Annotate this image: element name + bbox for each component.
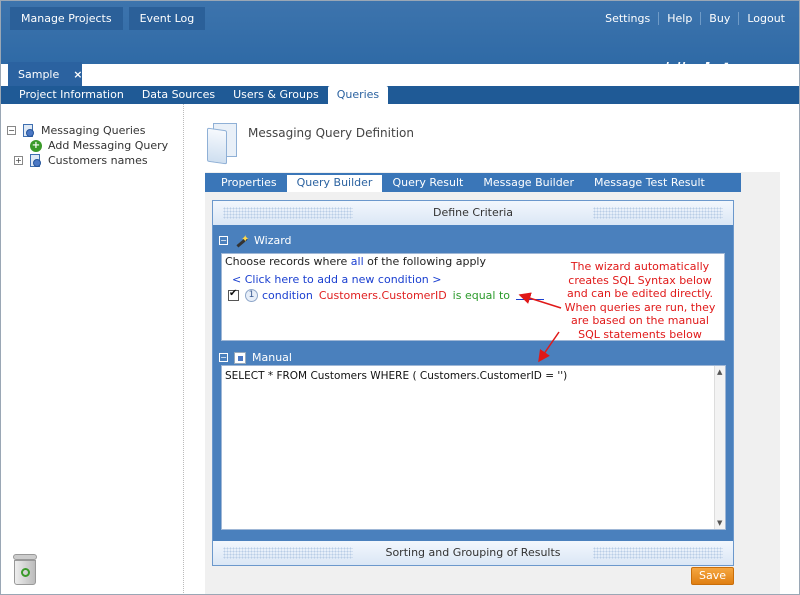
collapse-icon[interactable]: − bbox=[219, 236, 228, 245]
note-line: creates SQL Syntax below bbox=[568, 273, 712, 287]
top-nav-right: Settings Help Buy Logout bbox=[597, 7, 793, 30]
tab-message-builder[interactable]: Message Builder bbox=[473, 173, 584, 192]
wizard-section-header[interactable]: − ✦ Wizard bbox=[219, 234, 292, 248]
query-builder-panel: Define Criteria − ✦ Wizard Choose record… bbox=[212, 200, 734, 566]
logo-text-data: data bbox=[695, 59, 743, 81]
project-tab-sample[interactable]: Sample × bbox=[8, 62, 82, 87]
match-mode-selector[interactable]: all bbox=[351, 255, 364, 268]
query-tree-sidebar: − Messaging Queries + Add Messaging Quer… bbox=[1, 104, 184, 594]
note-line: and can be edited directly. bbox=[566, 287, 713, 300]
tab-data-sources[interactable]: Data Sources bbox=[133, 86, 224, 104]
tree-item-messaging-queries[interactable]: − Messaging Queries bbox=[7, 123, 145, 138]
tab-message-test-result[interactable]: Message Test Result bbox=[584, 173, 715, 192]
condition-field[interactable]: Customers.CustomerID bbox=[319, 289, 447, 302]
collapse-icon[interactable]: − bbox=[7, 126, 16, 135]
condition-row: 1 condition Customers.CustomerID is equa… bbox=[228, 288, 545, 302]
page-title: Messaging Query Definition bbox=[248, 126, 414, 140]
sql-editor-icon bbox=[234, 351, 246, 364]
sorting-grouping-label: Sorting and Grouping of Results bbox=[385, 546, 561, 559]
note-line: are based on the manual bbox=[571, 314, 709, 327]
define-criteria-header[interactable]: Define Criteria bbox=[213, 201, 733, 225]
query-subtab-bar: Properties Query Builder Query Result Me… bbox=[205, 173, 741, 192]
event-log-button[interactable]: Event Log bbox=[128, 7, 206, 30]
tab-queries[interactable]: Queries bbox=[327, 86, 389, 104]
recycle-bin-icon[interactable] bbox=[11, 552, 39, 586]
scrollbar[interactable]: ▲ ▼ bbox=[714, 366, 725, 529]
note-line: SQL statements below bbox=[578, 327, 702, 341]
query-icon bbox=[29, 153, 42, 168]
condition-menu[interactable]: condition bbox=[262, 289, 313, 302]
top-bar: Manage Projects Event Log Settings Help … bbox=[1, 1, 799, 64]
condition-checkbox[interactable] bbox=[228, 288, 239, 301]
wizard-box: Choose records where all of the followin… bbox=[221, 253, 725, 341]
help-link[interactable]: Help bbox=[659, 7, 700, 30]
wizard-suffix: of the following apply bbox=[367, 255, 486, 268]
sorting-grouping-header[interactable]: Sorting and Grouping of Results bbox=[213, 541, 733, 565]
define-criteria-label: Define Criteria bbox=[432, 206, 514, 219]
add-condition-link[interactable]: < Click here to add a new condition > bbox=[232, 273, 442, 286]
manual-label: Manual bbox=[252, 351, 292, 364]
wizard-instruction: Choose records where all of the followin… bbox=[225, 255, 486, 268]
condition-operator[interactable]: is equal to bbox=[453, 289, 510, 302]
tab-properties[interactable]: Properties bbox=[211, 173, 287, 192]
manage-projects-button[interactable]: Manage Projects bbox=[10, 7, 123, 30]
documents-icon bbox=[207, 123, 242, 165]
condition-value-input[interactable] bbox=[516, 291, 545, 300]
tree-item-customers-names[interactable]: + Customers names bbox=[14, 153, 148, 168]
app-window: Manage Projects Event Log Settings Help … bbox=[0, 0, 800, 595]
main-tab-bar: Project Information Data Sources Users &… bbox=[1, 86, 799, 104]
collapse-icon[interactable]: − bbox=[219, 353, 228, 362]
wizard-label: Wizard bbox=[254, 234, 292, 247]
magic-wand-icon: ✦ bbox=[234, 234, 249, 248]
tab-project-information[interactable]: Project Information bbox=[10, 86, 133, 104]
logo-text-now: now bbox=[742, 59, 791, 81]
manual-section-header[interactable]: − Manual bbox=[219, 351, 292, 364]
close-icon[interactable]: × bbox=[73, 68, 82, 81]
condition-number-badge: 1 bbox=[245, 289, 258, 302]
main-content: Messaging Query Definition Properties Qu… bbox=[185, 104, 799, 594]
logo-text-mobile: mobile bbox=[634, 59, 696, 81]
tree-item-label: Customers names bbox=[48, 154, 148, 167]
scroll-down-icon[interactable]: ▼ bbox=[717, 519, 722, 527]
tree-item-add-messaging-query[interactable]: + Add Messaging Query bbox=[30, 138, 168, 153]
tab-query-result[interactable]: Query Result bbox=[382, 173, 473, 192]
sql-text[interactable]: SELECT * FROM Customers WHERE ( Customer… bbox=[225, 370, 567, 382]
top-nav-left: Manage Projects Event Log bbox=[10, 7, 211, 30]
note-line: The wizard automatically bbox=[570, 260, 710, 273]
scroll-up-icon[interactable]: ▲ bbox=[717, 368, 722, 376]
expand-icon[interactable]: + bbox=[14, 156, 23, 165]
wizard-prefix: Choose records where bbox=[225, 255, 348, 268]
annotation-note: The wizard automatically creates SQL Syn… bbox=[559, 260, 721, 341]
logo: mobiledata now bbox=[634, 59, 791, 81]
project-tab-label: Sample bbox=[18, 68, 60, 81]
tree-item-label: Add Messaging Query bbox=[48, 139, 169, 152]
logout-link[interactable]: Logout bbox=[739, 7, 793, 30]
save-button[interactable]: Save bbox=[691, 567, 734, 585]
tree-item-label: Messaging Queries bbox=[41, 124, 146, 137]
note-line: When queries are run, they bbox=[564, 300, 716, 314]
buy-link[interactable]: Buy bbox=[701, 7, 738, 30]
manual-sql-editor[interactable]: SELECT * FROM Customers WHERE ( Customer… bbox=[221, 365, 726, 530]
add-icon: + bbox=[30, 139, 42, 152]
query-folder-icon bbox=[22, 123, 35, 138]
tab-users-groups[interactable]: Users & Groups bbox=[224, 86, 328, 104]
settings-link[interactable]: Settings bbox=[597, 7, 658, 30]
tab-query-builder[interactable]: Query Builder bbox=[286, 173, 383, 192]
